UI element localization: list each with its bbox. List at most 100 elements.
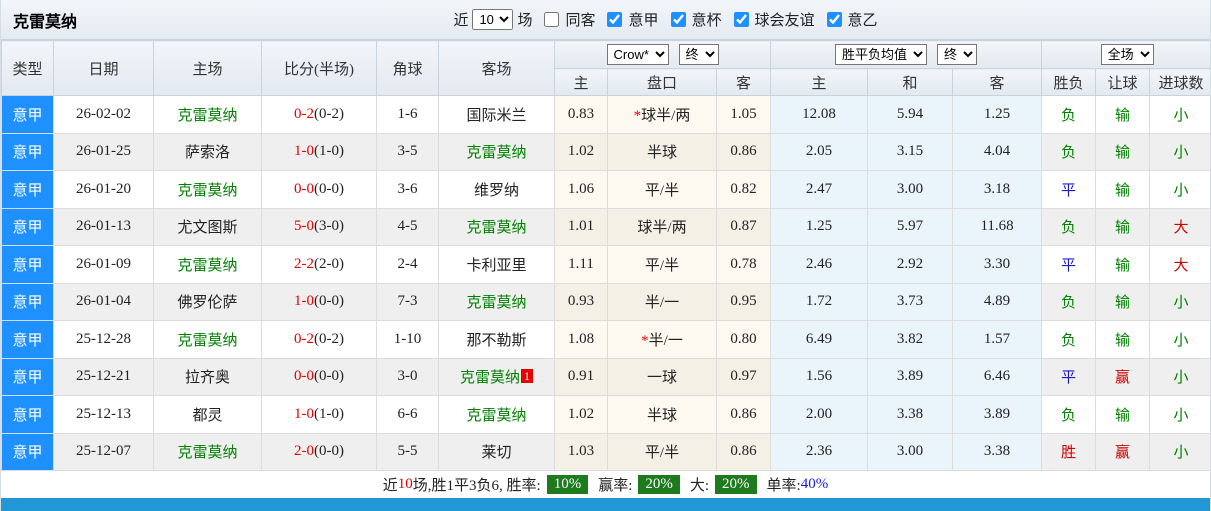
- halftime-score: (0-0): [314, 443, 344, 460]
- away-team[interactable]: 那不勒斯: [466, 333, 526, 349]
- corner-count: 3-5: [376, 132, 439, 171]
- handicap-odds-home: 1.01: [554, 207, 608, 246]
- away-team-cell: 那不勒斯: [438, 320, 555, 359]
- handicap-odds-away: 0.78: [715, 245, 772, 284]
- home-team[interactable]: 尤文图斯: [177, 220, 237, 236]
- handicap-result: 输: [1095, 95, 1151, 134]
- score-cell: 1-0(0-0): [261, 282, 377, 321]
- halftime-score: (0-0): [314, 180, 344, 197]
- away-team[interactable]: 克雷莫纳: [466, 408, 526, 424]
- goals-result: 小: [1149, 395, 1210, 434]
- home-team[interactable]: 克雷莫纳: [177, 258, 237, 274]
- avg-odds-draw: 3.38: [867, 395, 954, 434]
- average-odds-select-group: 胜平负均值 终: [770, 40, 1043, 69]
- table-row: 意甲 25-12-28 克雷莫纳 0-2(0-2) 1-10 那不勒斯 1.08…: [1, 320, 1210, 359]
- big-rate-label: 大:: [689, 478, 710, 494]
- league-type-cell: 意甲: [1, 245, 54, 284]
- avg-odds-draw: 3.73: [867, 282, 954, 321]
- same-away-label: 同客: [565, 13, 596, 29]
- col-header-type: 类型: [1, 40, 54, 96]
- subcol-odds-away: 客: [715, 68, 772, 96]
- away-team[interactable]: 克雷莫纳: [460, 370, 520, 386]
- bookmaker-select[interactable]: Crow*: [606, 44, 669, 65]
- score-cell: 1-0(1-0): [261, 395, 377, 434]
- bookmaker-time-select[interactable]: 终: [678, 44, 719, 65]
- away-team-cell: 卡利亚里: [438, 245, 555, 284]
- match-date: 25-12-13: [53, 395, 154, 434]
- avg-odds-draw: 3.82: [867, 320, 954, 359]
- home-team[interactable]: 萨索洛: [185, 145, 230, 161]
- subcol-odds-home: 主: [554, 68, 608, 96]
- same-away-checkbox[interactable]: [544, 12, 560, 27]
- halftime-score: (1-0): [314, 143, 344, 160]
- away-team[interactable]: 克雷莫纳: [466, 295, 526, 311]
- match-date: 26-01-20: [53, 170, 154, 209]
- subcol-goals: 进球数: [1149, 68, 1210, 96]
- away-team[interactable]: 国际米兰: [466, 108, 526, 124]
- average-time-select[interactable]: 终: [937, 44, 978, 65]
- avg-odds-away: 3.30: [952, 245, 1043, 284]
- away-team[interactable]: 克雷莫纳: [466, 220, 526, 236]
- goals-result: 小: [1149, 432, 1210, 471]
- top-bar: 克雷莫纳 近 10 场 同客 意甲 意杯 球会友谊 意乙: [1, 0, 1210, 40]
- match-count-select[interactable]: 10: [472, 9, 514, 30]
- league-type-cell: 意甲: [1, 432, 54, 471]
- halftime-score: (1-0): [314, 405, 344, 422]
- average-odds-select[interactable]: 胜平负均值: [835, 44, 928, 65]
- handicap-result: 输: [1095, 282, 1151, 321]
- away-team[interactable]: 莱切: [481, 445, 511, 461]
- home-team[interactable]: 都灵: [192, 408, 222, 424]
- home-team-cell: 尤文图斯: [153, 207, 262, 246]
- match-table-body: 意甲 26-02-02 克雷莫纳 0-2(0-2) 1-6 国际米兰 0.83 …: [1, 95, 1210, 471]
- away-team-cell: 克雷莫纳 1: [438, 357, 555, 396]
- away-team-cell: 克雷莫纳: [438, 282, 555, 321]
- home-team[interactable]: 佛罗伦萨: [177, 295, 237, 311]
- single-rate-value: 40%: [800, 476, 829, 492]
- league-checkbox-serie-a[interactable]: [607, 12, 623, 27]
- away-team[interactable]: 卡利亚里: [466, 258, 526, 274]
- home-team-cell: 克雷莫纳: [153, 95, 262, 134]
- corner-count: 7-3: [376, 282, 439, 321]
- scope-select[interactable]: 全场: [1100, 44, 1154, 65]
- subcol-handicap: 盘口: [607, 68, 717, 96]
- league-checkbox-italy-cup[interactable]: [670, 12, 686, 27]
- handicap-line: 半/一: [607, 282, 717, 321]
- table-row: 意甲 26-01-13 尤文图斯 5-0(3-0) 4-5 克雷莫纳 1.01 …: [1, 207, 1210, 246]
- win-draw-loss-result: 负: [1041, 282, 1097, 321]
- handicap-line: 平/半: [607, 245, 717, 284]
- avg-odds-home: 1.56: [770, 357, 869, 396]
- league-checkbox-club-friendly[interactable]: [733, 12, 749, 27]
- avg-odds-away: 1.57: [952, 320, 1043, 359]
- avg-odds-draw: 5.97: [867, 207, 954, 246]
- handicap-result: 输: [1095, 395, 1151, 434]
- away-team[interactable]: 维罗纳: [474, 183, 519, 199]
- goals-result: 大: [1149, 245, 1210, 284]
- fulltime-score: 0-2: [294, 330, 314, 347]
- home-team[interactable]: 克雷莫纳: [177, 108, 237, 124]
- win-draw-loss-result: 负: [1041, 207, 1097, 246]
- subcol-avg-home: 主: [770, 68, 869, 96]
- handicap-line: 平/半: [607, 432, 717, 471]
- home-team[interactable]: 拉齐奥: [185, 370, 230, 386]
- avg-odds-home: 2.46: [770, 245, 869, 284]
- home-team-cell: 萨索洛: [153, 132, 262, 171]
- handicap-odds-home: 0.93: [554, 282, 608, 321]
- avg-odds-home: 2.47: [770, 170, 869, 209]
- avg-odds-away: 3.38: [952, 432, 1043, 471]
- league-checkbox-serie-b[interactable]: [826, 12, 842, 27]
- home-team[interactable]: 克雷莫纳: [177, 183, 237, 199]
- handicap-rate-label: 赢率:: [598, 478, 633, 494]
- away-team[interactable]: 克雷莫纳: [466, 145, 526, 161]
- home-team[interactable]: 克雷莫纳: [177, 333, 237, 349]
- avg-odds-away: 6.46: [952, 357, 1043, 396]
- avg-odds-away: 4.89: [952, 282, 1043, 321]
- games-label: 场: [517, 13, 533, 29]
- halftime-score: (0-0): [314, 368, 344, 385]
- win-draw-loss-result: 平: [1041, 357, 1097, 396]
- col-header-score: 比分(半场): [261, 40, 377, 96]
- subcol-result: 胜负: [1041, 68, 1097, 96]
- league-type-cell: 意甲: [1, 357, 54, 396]
- home-team[interactable]: 克雷莫纳: [177, 445, 237, 461]
- score-cell: 0-0(0-0): [261, 357, 377, 396]
- away-team-cell: 克雷莫纳: [438, 395, 555, 434]
